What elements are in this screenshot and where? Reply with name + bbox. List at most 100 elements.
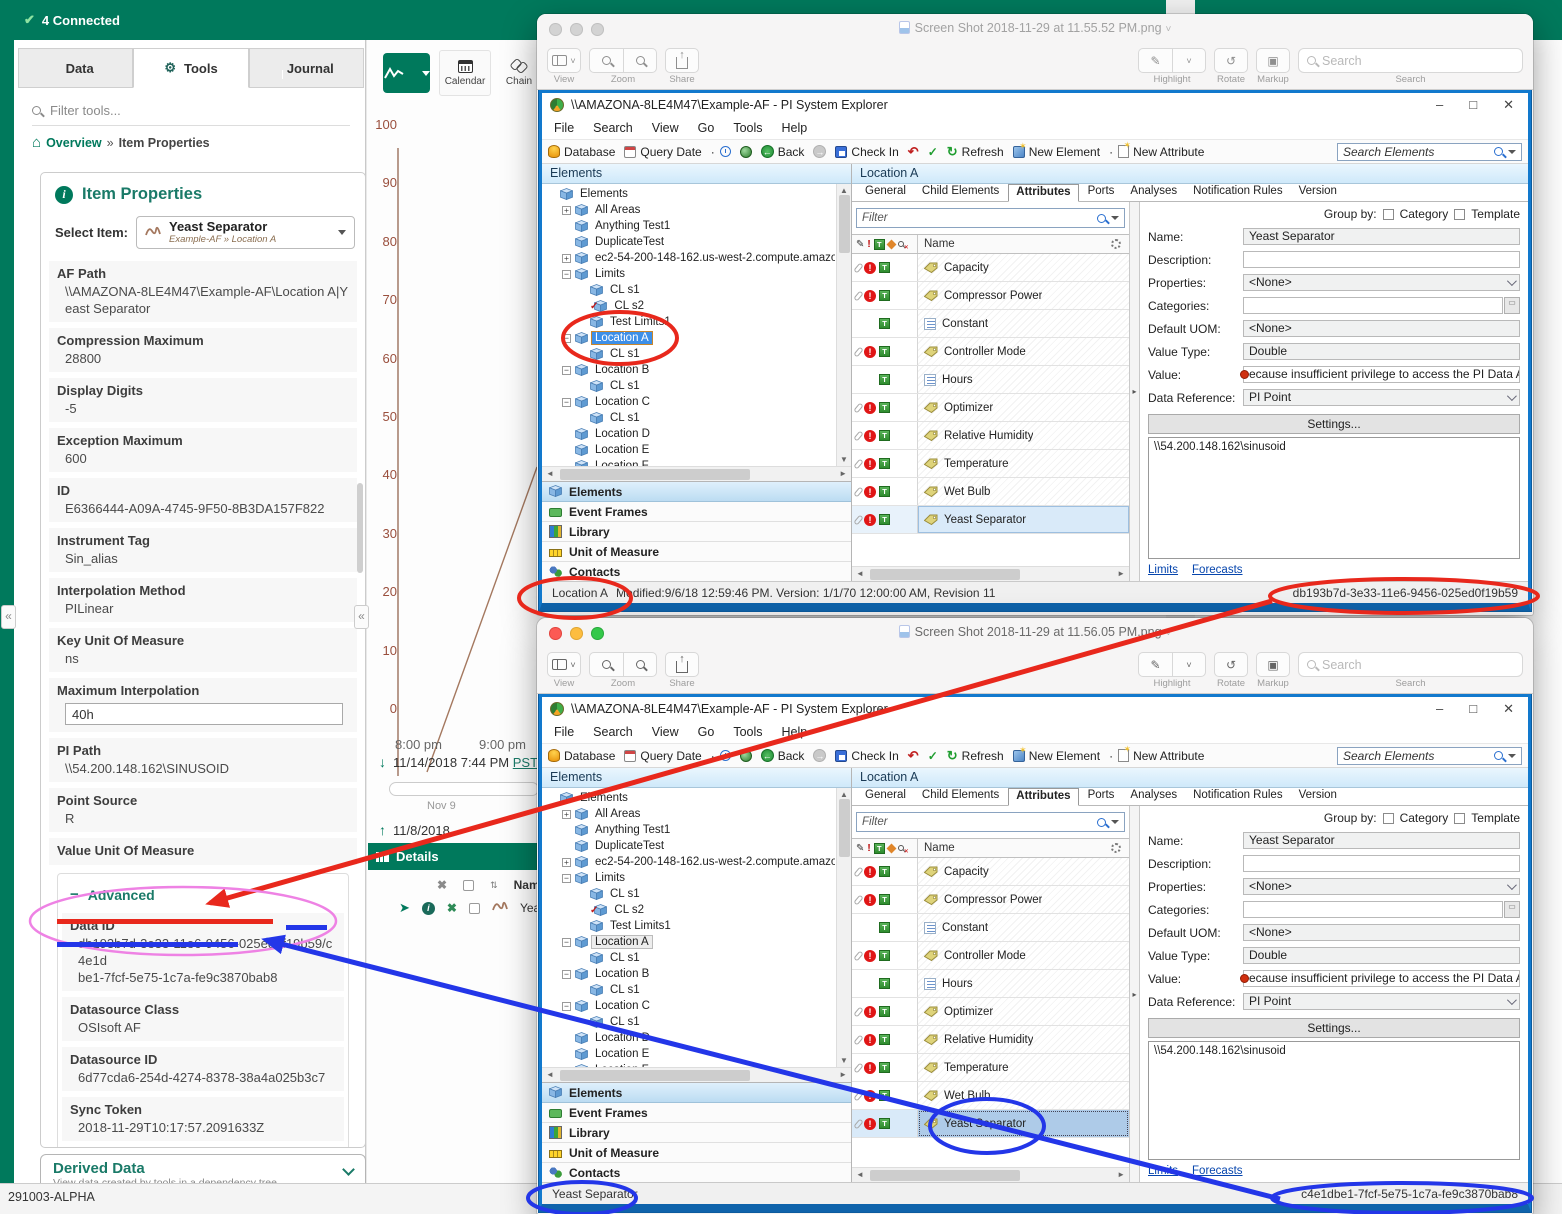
- attribute-row-optimizer[interactable]: !TOptimizer: [852, 998, 1129, 1026]
- settings-button[interactable]: Settings...: [1148, 1018, 1520, 1038]
- menu-go[interactable]: Go: [698, 725, 715, 739]
- tree-item-cl-s1[interactable]: CL s1: [542, 950, 835, 966]
- tree-item-location-f[interactable]: Location F: [542, 458, 835, 466]
- menu-file[interactable]: File: [554, 121, 574, 135]
- collapse-sidebar-handle[interactable]: «: [354, 605, 369, 629]
- tree-item-ec2-54-200-148-162-us-west-2-compute-amazonaws-[interactable]: +ec2-54-200-148-162.us-west-2.compute.am…: [542, 854, 835, 870]
- highlight-dropdown[interactable]: ˅: [1172, 48, 1206, 73]
- new-element-button[interactable]: New Element: [1013, 145, 1100, 159]
- categories-browse-button[interactable]: ▭: [1504, 901, 1520, 918]
- tab-journal[interactable]: Journal: [249, 48, 364, 88]
- pi-titlebar[interactable]: \\AMAZONA-8LE4M47\Example-AF - PI System…: [542, 93, 1528, 117]
- tree-item-location-a[interactable]: −Location A: [542, 934, 835, 950]
- expander-icon[interactable]: +: [562, 858, 571, 867]
- menu-file[interactable]: File: [554, 725, 574, 739]
- mac-titlebar[interactable]: Screen Shot 2018-11-29 at 11.56.05 PM.pn…: [537, 618, 1533, 648]
- tree-vertical-scrollbar[interactable]: ▲▼: [836, 184, 851, 466]
- tab-ports[interactable]: Ports: [1081, 788, 1122, 805]
- template-checkbox[interactable]: [1454, 209, 1465, 220]
- tree-horizontal-scrollbar[interactable]: ◄►: [542, 466, 851, 481]
- splitter-handle[interactable]: ▸: [1130, 806, 1140, 1182]
- tree-item-all-areas[interactable]: +All Areas: [542, 202, 835, 218]
- remove-all-icon[interactable]: ✖: [437, 878, 447, 892]
- highlight-button[interactable]: ✎: [1138, 652, 1172, 677]
- tab-tools[interactable]: ⚙Tools: [133, 48, 248, 88]
- tree-item-test-limits1[interactable]: Test Limits1: [542, 918, 835, 934]
- rotate-button[interactable]: ↺: [1214, 48, 1248, 73]
- nav-elements[interactable]: Elements: [542, 1083, 851, 1103]
- tree-item-location-b[interactable]: −Location B: [542, 362, 835, 378]
- field-value[interactable]: <None>: [1243, 274, 1520, 291]
- zoom-in-button[interactable]: [623, 652, 657, 677]
- field-value[interactable]: <None>: [1243, 878, 1520, 895]
- display-range-end[interactable]: ↑ 11/8/2018: [379, 822, 450, 838]
- markup-button[interactable]: ▣: [1256, 48, 1290, 73]
- maximize-button[interactable]: □: [1469, 701, 1477, 717]
- query-date-button[interactable]: Query Date: [624, 749, 701, 763]
- tab-data[interactable]: Data: [18, 48, 133, 88]
- new-element-button[interactable]: New Element: [1013, 749, 1100, 763]
- template-checkbox[interactable]: [1454, 813, 1465, 824]
- expander-icon[interactable]: −: [562, 1002, 571, 1011]
- tree-item-elements[interactable]: Elements: [542, 790, 835, 806]
- attribute-row-compressor-power[interactable]: !TCompressor Power: [852, 282, 1129, 310]
- tree-item-cl-s1[interactable]: CL s1: [542, 982, 835, 998]
- expander-icon[interactable]: +: [562, 254, 571, 263]
- expander-icon[interactable]: −: [562, 334, 571, 343]
- timezone-button[interactable]: [740, 146, 752, 158]
- attribute-row-wet-bulb[interactable]: !TWet Bulb: [852, 1082, 1129, 1110]
- title-caret-icon[interactable]: ˅: [1166, 24, 1172, 35]
- trend-view-button[interactable]: [383, 53, 430, 93]
- tab-general[interactable]: General: [858, 184, 913, 201]
- expander-icon[interactable]: −: [562, 270, 571, 279]
- tab-analyses[interactable]: Analyses: [1123, 184, 1184, 201]
- tree-item-cl-s1[interactable]: CL s1: [542, 1014, 835, 1030]
- tree-item-location-b[interactable]: −Location B: [542, 966, 835, 982]
- zoom-out-button[interactable]: [589, 48, 623, 73]
- field-value[interactable]: PI Point: [1243, 993, 1520, 1010]
- sort-icon[interactable]: ⇅: [490, 880, 498, 891]
- collapse-left-panel-handle[interactable]: «: [1, 605, 16, 629]
- menu-help[interactable]: Help: [782, 725, 808, 739]
- refresh-button[interactable]: ↻Refresh: [947, 144, 1004, 160]
- link-limits[interactable]: Limits: [1148, 564, 1178, 576]
- share-button[interactable]: [665, 652, 699, 677]
- refresh-button[interactable]: ↻Refresh: [947, 748, 1004, 764]
- tree-item-cl-s1[interactable]: CL s1: [542, 378, 835, 394]
- panel-scrollbar[interactable]: [357, 483, 363, 573]
- highlight-dropdown[interactable]: ˅: [1172, 652, 1206, 677]
- categories-browse-button[interactable]: ▭: [1504, 297, 1520, 314]
- attribute-row-constant[interactable]: !TConstant: [852, 914, 1129, 942]
- highlight-button[interactable]: ✎: [1138, 48, 1172, 73]
- undo-checkout-button[interactable]: ↶: [908, 144, 919, 160]
- tree-item-limits[interactable]: −Limits: [542, 266, 835, 282]
- settings-button[interactable]: Settings...: [1148, 414, 1520, 434]
- field-value[interactable]: <None>: [1243, 924, 1520, 941]
- field-value[interactable]: ecause insufficient privilege to access …: [1243, 970, 1520, 987]
- tree-item-duplicatetest[interactable]: DuplicateTest: [542, 838, 835, 854]
- tree-item-elements[interactable]: Elements: [542, 186, 835, 202]
- search-input[interactable]: Search: [1298, 652, 1523, 677]
- nav-library[interactable]: Library: [542, 522, 851, 542]
- zoom-out-button[interactable]: [589, 652, 623, 677]
- tree-item-location-d[interactable]: Location D: [542, 1030, 835, 1046]
- tree-item-location-c[interactable]: −Location C: [542, 998, 835, 1014]
- minimize-button[interactable]: –: [1436, 97, 1443, 113]
- menu-search[interactable]: Search: [593, 725, 633, 739]
- nav-contacts[interactable]: Contacts: [542, 1163, 851, 1182]
- new-attribute-button[interactable]: New Attribute: [1118, 145, 1204, 159]
- attribute-row-relative-humidity[interactable]: !TRelative Humidity: [852, 422, 1129, 450]
- expander-icon[interactable]: −: [562, 970, 571, 979]
- tree-item-cl-s1[interactable]: CL s1: [542, 886, 835, 902]
- close-button[interactable]: ✕: [1503, 701, 1514, 717]
- remove-icon[interactable]: ✖: [447, 901, 457, 915]
- back-button[interactable]: ←Back: [761, 749, 805, 763]
- timezone-button[interactable]: [740, 750, 752, 762]
- tree-horizontal-scrollbar[interactable]: ◄►: [542, 1067, 851, 1082]
- nav-contacts[interactable]: Contacts: [542, 562, 851, 581]
- tree-item-location-e[interactable]: Location E: [542, 442, 835, 458]
- tab-ports[interactable]: Ports: [1081, 184, 1122, 201]
- attribute-row-yeast-separator[interactable]: !TYeast Separator: [852, 1110, 1129, 1138]
- menu-help[interactable]: Help: [782, 121, 808, 135]
- tab-child-elements[interactable]: Child Elements: [915, 788, 1006, 805]
